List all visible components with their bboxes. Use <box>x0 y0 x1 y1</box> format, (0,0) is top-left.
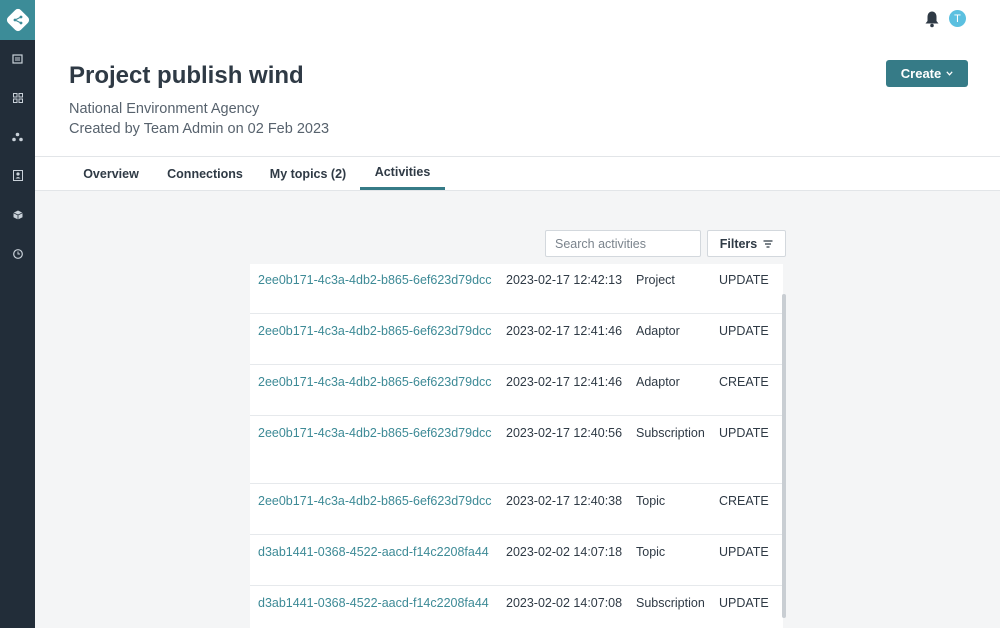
activity-type: Subscription <box>636 596 705 610</box>
activity-row: d3ab1441-0368-4522-aacd-f14c2208fa44 202… <box>250 587 783 628</box>
create-button-label: Create <box>900 66 942 81</box>
activity-date: 2023-02-17 12:41:46 <box>506 324 623 338</box>
scrollbar[interactable] <box>782 294 786 618</box>
activity-action: CREATE <box>719 375 769 389</box>
activity-date: 2023-02-17 12:42:13 <box>506 273 623 287</box>
activity-row: 2ee0b171-4c3a-4db2-b865-6ef623d79dcc 202… <box>250 366 783 416</box>
filters-button-label: Filters <box>719 236 758 251</box>
activity-row: 2ee0b171-4c3a-4db2-b865-6ef623d79dcc 202… <box>250 485 783 535</box>
network-icon[interactable] <box>11 130 24 143</box>
share-logo-icon[interactable] <box>0 0 35 40</box>
cube-icon[interactable] <box>11 208 24 221</box>
tab-bar: Overview Connections My topics (2) Activ… <box>35 157 1000 191</box>
activity-type: Topic <box>636 494 666 508</box>
activity-type: Subscription <box>636 426 705 440</box>
activity-type: Topic <box>636 545 666 559</box>
filter-icon <box>763 239 773 248</box>
activity-action: UPDATE <box>719 545 769 559</box>
activity-row: d3ab1441-0368-4522-aacd-f14c2208fa44 202… <box>250 536 783 586</box>
activity-list: 2ee0b171-4c3a-4db2-b865-6ef623d79dcc 202… <box>250 264 783 628</box>
tab-connections[interactable]: Connections <box>157 157 253 190</box>
activity-row: 2ee0b171-4c3a-4db2-b865-6ef623d79dcc 202… <box>250 315 783 365</box>
bell-icon[interactable] <box>924 10 940 28</box>
avatar[interactable]: T <box>949 10 966 27</box>
activity-date: 2023-02-02 14:07:18 <box>506 545 623 559</box>
activity-id-link[interactable]: d3ab1441-0368-4522-aacd-f14c2208fa44 <box>258 545 489 559</box>
activity-type: Adaptor <box>636 324 680 338</box>
activity-id-link[interactable]: 2ee0b171-4c3a-4db2-b865-6ef623d79dcc <box>258 426 492 440</box>
activity-date: 2023-02-02 14:07:08 <box>506 596 623 610</box>
created-info: Created by Team Admin on 02 Feb 2023 <box>69 121 330 137</box>
activity-id-link[interactable]: d3ab1441-0368-4522-aacd-f14c2208fa44 <box>258 596 489 610</box>
grid-icon[interactable] <box>11 91 24 104</box>
page-header: T Project publish wind National Environm… <box>35 0 1000 157</box>
search-input[interactable] <box>545 230 701 257</box>
tab-my-topics[interactable]: My topics (2) <box>257 157 359 190</box>
activity-id-link[interactable]: 2ee0b171-4c3a-4db2-b865-6ef623d79dcc <box>258 375 492 389</box>
tab-activities[interactable]: Activities <box>360 157 445 190</box>
contact-card-icon[interactable] <box>11 169 24 182</box>
tab-overview[interactable]: Overview <box>69 157 153 190</box>
activity-date: 2023-02-17 12:40:56 <box>506 426 623 440</box>
activity-action: UPDATE <box>719 426 769 440</box>
activity-action: CREATE <box>719 494 769 508</box>
activity-type: Project <box>636 273 675 287</box>
organization-name: National Environment Agency <box>69 101 260 117</box>
activity-date: 2023-02-17 12:41:46 <box>506 375 623 389</box>
logo-mark <box>4 7 31 33</box>
activity-id-link[interactable]: 2ee0b171-4c3a-4db2-b865-6ef623d79dcc <box>258 273 492 287</box>
chevron-down-icon <box>946 71 953 76</box>
activity-id-link[interactable]: 2ee0b171-4c3a-4db2-b865-6ef623d79dcc <box>258 494 492 508</box>
activity-action: UPDATE <box>719 324 769 338</box>
activity-row: 2ee0b171-4c3a-4db2-b865-6ef623d79dcc 202… <box>250 417 783 484</box>
create-button[interactable]: Create <box>886 60 968 87</box>
activity-id-link[interactable]: 2ee0b171-4c3a-4db2-b865-6ef623d79dcc <box>258 324 492 338</box>
filters-button[interactable]: Filters <box>707 230 786 257</box>
activity-type: Adaptor <box>636 375 680 389</box>
clock-icon[interactable] <box>11 247 24 260</box>
activity-action: UPDATE <box>719 596 769 610</box>
sidebar <box>0 0 35 628</box>
activity-action: UPDATE <box>719 273 769 287</box>
document-icon[interactable] <box>11 52 24 65</box>
page-title: Project publish wind <box>69 62 304 89</box>
activity-row: 2ee0b171-4c3a-4db2-b865-6ef623d79dcc 202… <box>250 264 783 314</box>
activity-date: 2023-02-17 12:40:38 <box>506 494 623 508</box>
